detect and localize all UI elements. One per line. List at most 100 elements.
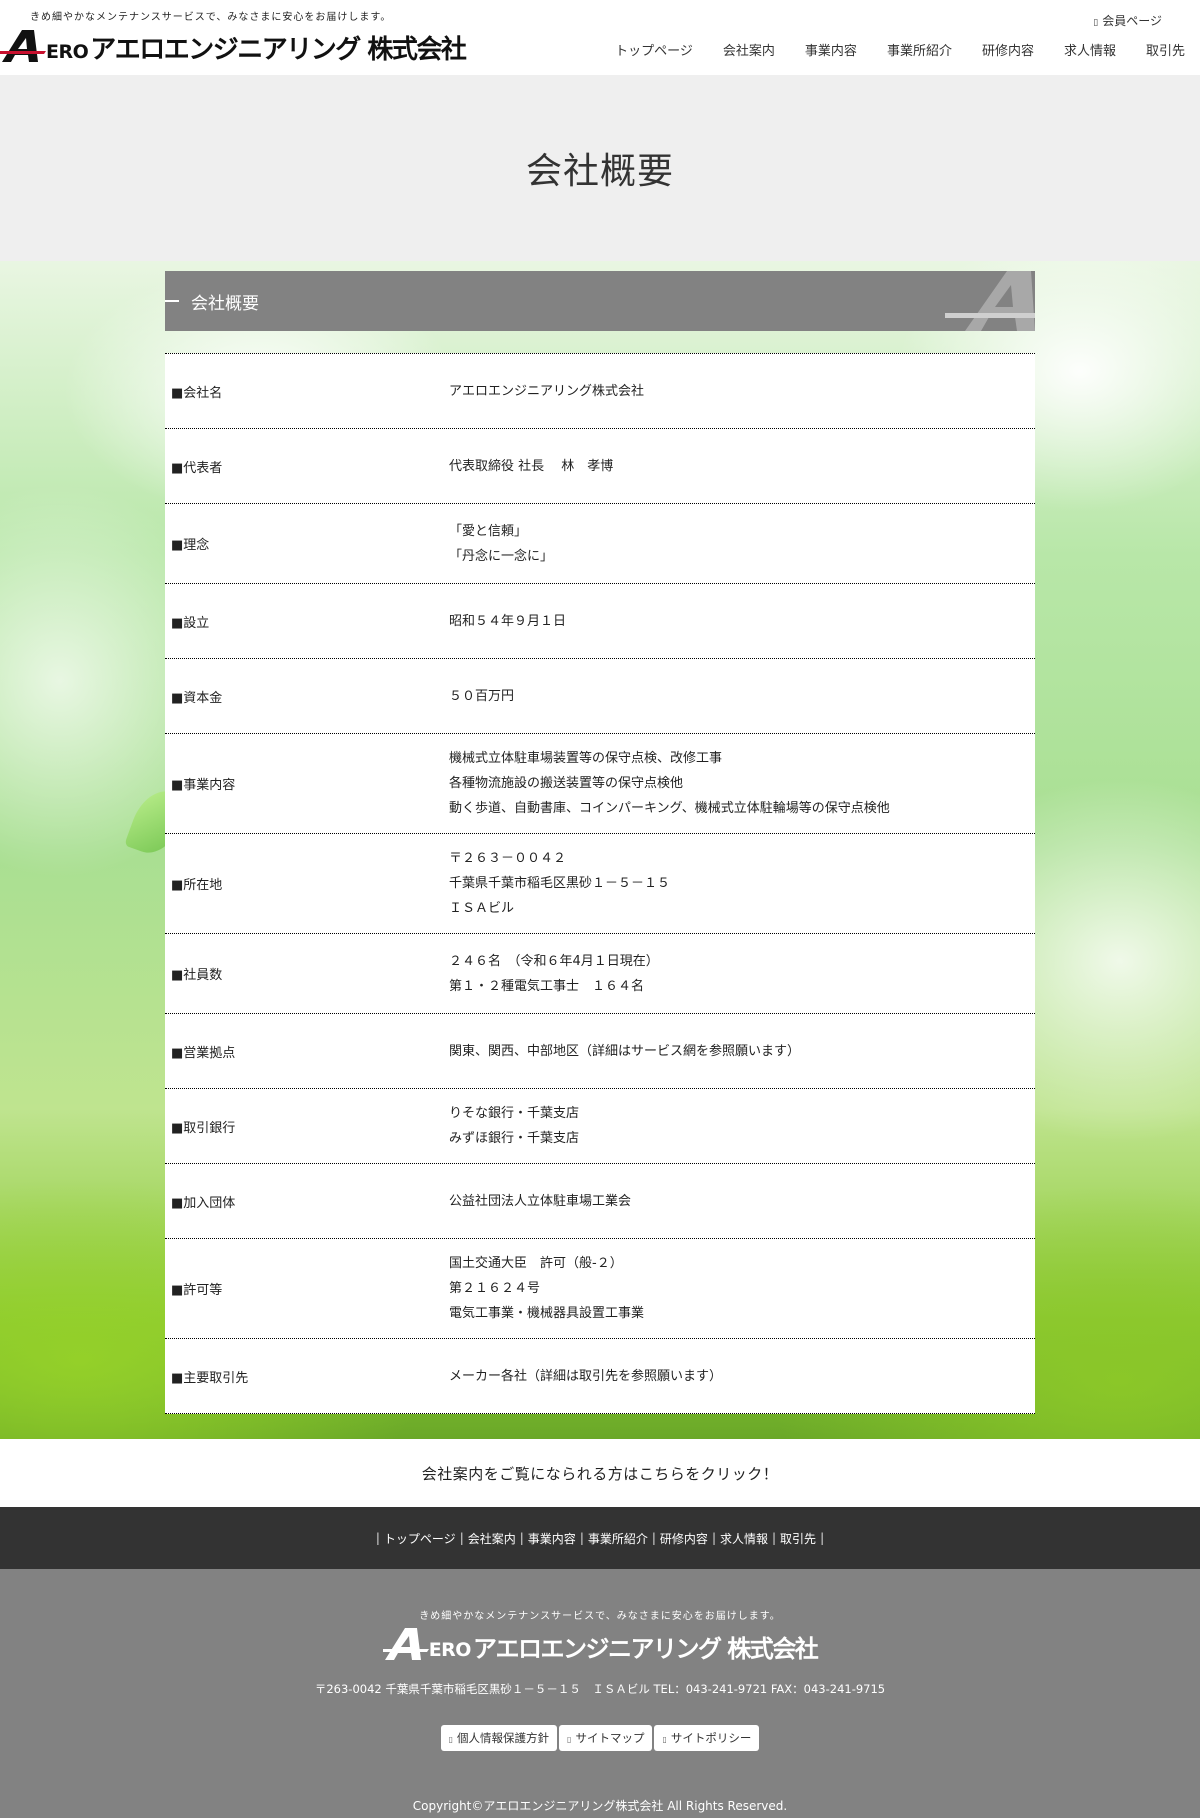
logo-company-name: アエロエンジニアリング 株式会社 bbox=[90, 35, 467, 65]
value-line: ＩＳＡビル bbox=[449, 901, 515, 916]
footer-nav-separator: | bbox=[772, 1531, 777, 1545]
row-label: ■所在地 bbox=[171, 878, 223, 893]
company-info-table: ■会社名 アエロエンジニアリング株式会社 ■代表者 代表取締役 社長 林 孝博 … bbox=[165, 353, 1035, 1414]
table-row: ■所在地 〒２６３－００４２ 千葉県千葉市稲毛区黒砂１－５－１５ ＩＳＡビル bbox=[165, 834, 1035, 934]
footer-nav-separator: | bbox=[579, 1531, 584, 1545]
footer-logo-company-name: アエロエンジニアリング 株式会社 bbox=[472, 1635, 819, 1663]
row-value: 昭和５４年９月１日 bbox=[449, 609, 1035, 634]
footer-nav-item-training[interactable]: 研修内容 bbox=[660, 1530, 708, 1547]
lock-icon: ▯ bbox=[1093, 18, 1099, 28]
value-line: 昭和５４年９月１日 bbox=[449, 613, 567, 629]
footer-nav-separator: | bbox=[459, 1531, 464, 1545]
aero-a-logo-icon bbox=[0, 29, 50, 63]
row-label: ■社員数 bbox=[171, 968, 223, 983]
row-label: ■主要取引先 bbox=[171, 1370, 249, 1386]
row-value: ２４６名 （令和６年4月１日現在） 第１・２種電気工事士 １６４名 bbox=[449, 949, 1035, 999]
row-value: アエロエンジニアリング株式会社 bbox=[449, 379, 1035, 404]
table-row: ■加入団体 公益社団法人立体駐車場工業会 bbox=[165, 1164, 1035, 1239]
row-value: 公益社団法人立体駐車場工業会 bbox=[449, 1189, 1035, 1214]
footer-nav-item-top[interactable]: トップページ bbox=[384, 1530, 456, 1547]
row-value: 関東、関西、中部地区（詳細はサービス網を参照願います） bbox=[449, 1039, 1035, 1064]
value-line: メーカー各社（詳細は取引先を参照願います） bbox=[449, 1368, 723, 1384]
footer-links: ▯ 個人情報保護方針 ▯ サイトマップ ▯ サイトポリシー bbox=[0, 1725, 1200, 1751]
nav-item-offices[interactable]: 事業所紹介 bbox=[872, 40, 967, 59]
value-line: 電気工事業・機械器具設置工事業 bbox=[449, 1306, 645, 1321]
value-line: 千葉県千葉市稲毛区黒砂１－５－１５ bbox=[449, 876, 671, 891]
value-line: 国土交通大臣 許可（般-２） bbox=[449, 1256, 623, 1271]
value-line: みずほ銀行・千葉支店 bbox=[449, 1131, 580, 1146]
row-value: 国土交通大臣 許可（般-２） 第２１６２４号 電気工事業・機械器具設置工事業 bbox=[449, 1251, 1035, 1326]
footer-nav-item-business[interactable]: 事業内容 bbox=[528, 1530, 576, 1547]
privacy-policy-link[interactable]: ▯ 個人情報保護方針 bbox=[440, 1725, 558, 1751]
brochure-link[interactable]: 会社案内をご覧になられる方はこちらをクリック！ bbox=[422, 1463, 779, 1484]
row-value: 機械式立体駐車場装置等の保守点検、改修工事 各種物流施設の搬送装置等の保守点検他… bbox=[449, 746, 1035, 821]
logo-ero-text: ERO bbox=[46, 41, 89, 63]
row-label: ■加入団体 bbox=[171, 1195, 236, 1211]
brochure-section: 会社案内をご覧になられる方はこちらをクリック！ bbox=[0, 1439, 1200, 1507]
footer-nav-item-recruit[interactable]: 求人情報 bbox=[720, 1530, 768, 1547]
table-row: ■事業内容 機械式立体駐車場装置等の保守点検、改修工事 各種物流施設の搬送装置等… bbox=[165, 734, 1035, 834]
value-line: 公益社団法人立体駐車場工業会 bbox=[449, 1193, 632, 1209]
footer-nav-separator: | bbox=[519, 1531, 524, 1545]
member-page-label: 会員ページ bbox=[1102, 14, 1162, 28]
copyright: Copyright©アエロエンジニアリング株式会社 All Rights Res… bbox=[412, 1799, 788, 1813]
panel-title: 会社概要 bbox=[191, 294, 259, 314]
table-row: ■営業拠点 関東、関西、中部地区（詳細はサービス網を参照願います） bbox=[165, 1014, 1035, 1089]
value-line: 各種物流施設の搬送装置等の保守点検他 bbox=[449, 776, 684, 791]
nav-item-business[interactable]: 事業内容 bbox=[790, 40, 872, 59]
nav-item-clients[interactable]: 取引先 bbox=[1131, 40, 1200, 59]
nav-item-training[interactable]: 研修内容 bbox=[967, 40, 1049, 59]
sitemap-link[interactable]: ▯ サイトマップ bbox=[559, 1725, 653, 1751]
row-label: ■許可等 bbox=[171, 1283, 223, 1298]
table-row: ■理念 「愛と信頼」 「丹念に一念に」 bbox=[165, 504, 1035, 584]
value-line: 「愛と信頼」 bbox=[449, 523, 528, 539]
leaf-background: 会社概要 ■会社名 アエロエンジニアリング株式会社 ■代表者 代表取締役 社長 … bbox=[0, 261, 1200, 1439]
row-value: 「愛と信頼」 「丹念に一念に」 bbox=[449, 519, 1035, 569]
member-page-link[interactable]: ▯ 会員ページ bbox=[1093, 12, 1162, 29]
footer-tagline: きめ細やかなメンテナンスサービスで、みなさまに安心をお届けします。 bbox=[419, 1611, 781, 1622]
logo-link[interactable]: きめ細やかなメンテナンスサービスで、みなさまに安心をお届けします。 ERO アエ… bbox=[0, 8, 467, 63]
page-title: 会社概要 bbox=[525, 151, 674, 192]
row-label: ■設立 bbox=[171, 615, 210, 631]
site-footer: きめ細やかなメンテナンスサービスで、みなさまに安心をお届けします。 ERO アエ… bbox=[0, 1569, 1200, 1818]
footer-address: 〒263-0042 千葉県千葉市稲毛区黒砂１－５－１５ ＩＳＡビル TEL：04… bbox=[314, 1682, 886, 1696]
table-row: ■社員数 ２４６名 （令和６年4月１日現在） 第１・２種電気工事士 １６４名 bbox=[165, 934, 1035, 1014]
footer-nav-item-clients[interactable]: 取引先 bbox=[780, 1530, 816, 1547]
site-header: きめ細やかなメンテナンスサービスで、みなさまに安心をお届けします。 ERO アエ… bbox=[0, 0, 1200, 75]
table-row: ■会社名 アエロエンジニアリング株式会社 bbox=[165, 354, 1035, 429]
footer-nav-item-offices[interactable]: 事業所紹介 bbox=[588, 1530, 648, 1547]
row-label: ■会社名 bbox=[171, 385, 223, 401]
company-profile-panel: 会社概要 ■会社名 アエロエンジニアリング株式会社 ■代表者 代表取締役 社長 … bbox=[165, 271, 1035, 1414]
arrow-icon: ▯ bbox=[662, 1735, 667, 1744]
main-nav: トップページ 会社案内 事業内容 事業所紹介 研修内容 求人情報 取引先 bbox=[600, 40, 1200, 59]
row-value: りそな銀行・千葉支店 みずほ銀行・千葉支店 bbox=[449, 1101, 1035, 1151]
panel-header: 会社概要 bbox=[165, 271, 1035, 331]
row-label: ■代表者 bbox=[171, 460, 223, 476]
site-policy-label: サイトポリシー bbox=[670, 1731, 752, 1745]
value-line: 第１・２種電気工事士 １６４名 bbox=[449, 978, 645, 994]
footer-nav-item-company[interactable]: 会社案内 bbox=[468, 1530, 516, 1547]
site-policy-link[interactable]: ▯ サイトポリシー bbox=[654, 1725, 760, 1751]
table-row: ■主要取引先 メーカー各社（詳細は取引先を参照願います） bbox=[165, 1339, 1035, 1414]
footer-logo-ero-text: ERO bbox=[428, 1639, 472, 1661]
arrow-icon: ▯ bbox=[567, 1735, 572, 1744]
nav-item-recruit[interactable]: 求人情報 bbox=[1049, 40, 1131, 59]
row-value: 代表取締役 社長 林 孝博 bbox=[449, 454, 1035, 479]
nav-item-company[interactable]: 会社案内 bbox=[708, 40, 790, 59]
value-line: 第２１６２４号 bbox=[449, 1281, 541, 1296]
value-line: ２４６名 （令和６年4月１日現在） bbox=[449, 953, 659, 969]
value-line: 「丹念に一念に」 bbox=[449, 548, 554, 564]
table-row: ■許可等 国土交通大臣 許可（般-２） 第２１６２４号 電気工事業・機械器具設置… bbox=[165, 1239, 1035, 1339]
footer-nav-separator: | bbox=[820, 1531, 825, 1545]
panel-header-dash bbox=[165, 300, 179, 302]
arrow-icon: ▯ bbox=[448, 1735, 454, 1744]
nav-item-top[interactable]: トップページ bbox=[600, 40, 708, 59]
footer-nav-separator: | bbox=[375, 1531, 380, 1545]
value-line: 〒２６３－００４２ bbox=[449, 851, 567, 866]
table-row: ■取引銀行 りそな銀行・千葉支店 みずほ銀行・千葉支店 bbox=[165, 1089, 1035, 1164]
value-line: 代表取締役 社長 林 孝博 bbox=[449, 458, 614, 474]
row-label: ■理念 bbox=[171, 538, 210, 553]
value-line: 動く歩道、自動書庫、コインパーキング、機械式立体駐輪場等の保守点検他 bbox=[449, 801, 890, 816]
row-value: ５０百万円 bbox=[449, 684, 1035, 709]
footer-logo[interactable]: ERO アエロエンジニアリング 株式会社 bbox=[0, 1627, 1200, 1661]
